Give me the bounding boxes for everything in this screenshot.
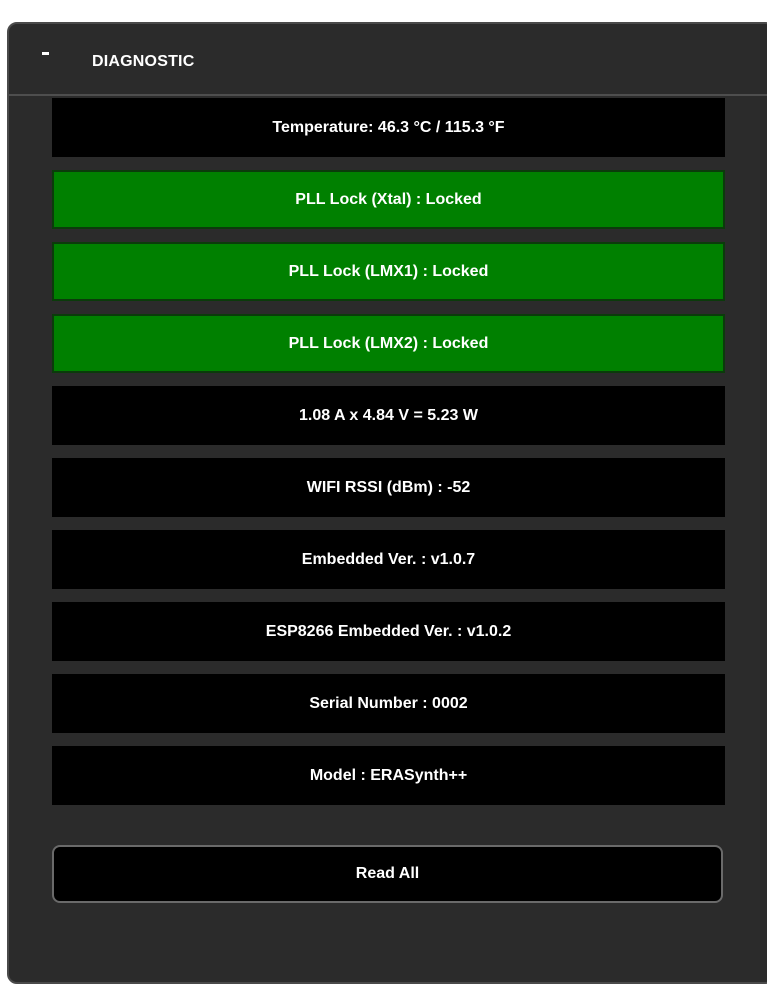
model-readout: Model : ERASynth++ xyxy=(52,746,725,805)
temperature-readout: Temperature: 46.3 °C / 115.3 °F xyxy=(52,98,725,157)
pll-lock-lmx1-status: PLL Lock (LMX1) : Locked xyxy=(52,242,725,301)
embedded-version-readout: Embedded Ver. : v1.0.7 xyxy=(52,530,725,589)
read-all-button[interactable]: Read All xyxy=(52,845,723,903)
panel-header[interactable]: DIAGNOSTIC xyxy=(9,24,767,96)
diagnostic-list: Temperature: 46.3 °C / 115.3 °F PLL Lock… xyxy=(52,98,725,818)
esp8266-version-readout: ESP8266 Embedded Ver. : v1.0.2 xyxy=(52,602,725,661)
panel-title: DIAGNOSTIC xyxy=(92,53,195,70)
serial-number-readout: Serial Number : 0002 xyxy=(52,674,725,733)
pll-lock-lmx2-status: PLL Lock (LMX2) : Locked xyxy=(52,314,725,373)
power-readout: 1.08 A x 4.84 V = 5.23 W xyxy=(52,386,725,445)
collapse-toggle-icon[interactable] xyxy=(42,52,49,55)
wifi-rssi-readout: WIFI RSSI (dBm) : -52 xyxy=(52,458,725,517)
pll-lock-xtal-status: PLL Lock (Xtal) : Locked xyxy=(52,170,725,229)
